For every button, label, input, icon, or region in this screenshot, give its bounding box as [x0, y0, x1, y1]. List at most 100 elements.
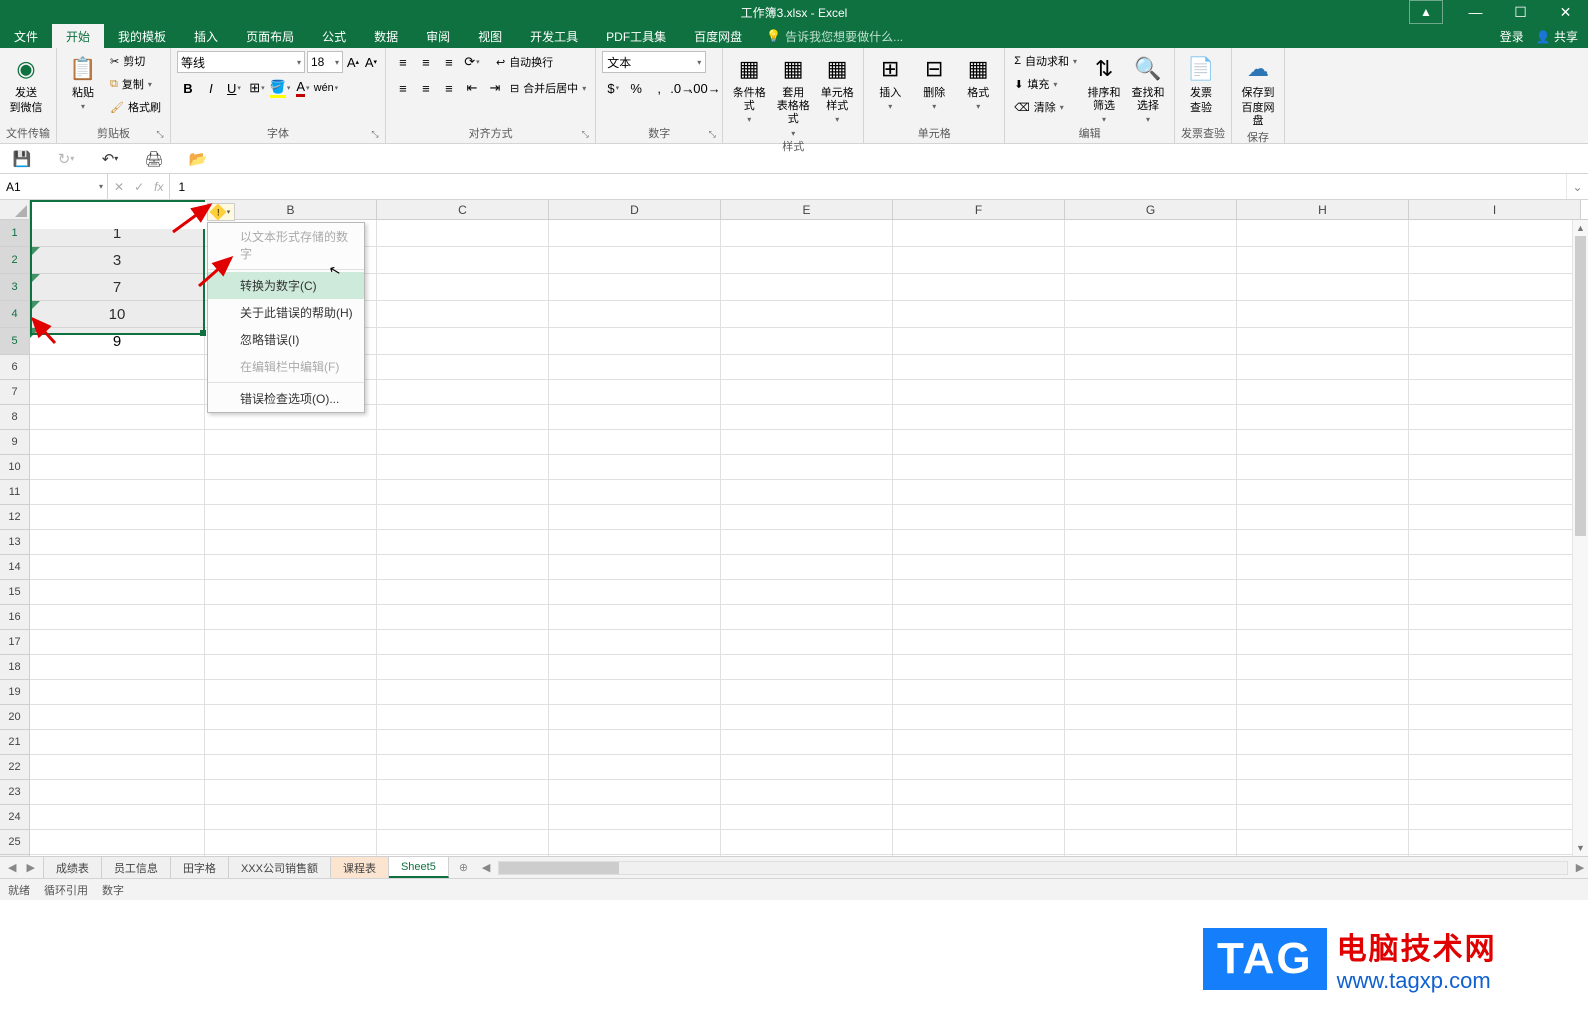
cell-G12[interactable] — [1065, 505, 1237, 530]
cell-H12[interactable] — [1237, 505, 1409, 530]
cell-D7[interactable] — [549, 380, 721, 405]
cell-G24[interactable] — [1065, 805, 1237, 830]
cell-H19[interactable] — [1237, 680, 1409, 705]
sheet-tab-3[interactable]: 田字格 — [171, 857, 229, 878]
align-left-icon[interactable]: ≡ — [392, 77, 414, 99]
cell-G20[interactable] — [1065, 705, 1237, 730]
cell-F13[interactable] — [893, 530, 1065, 555]
column-header-E[interactable]: E — [721, 200, 893, 219]
cell-F18[interactable] — [893, 655, 1065, 680]
vertical-scrollbar[interactable]: ▲ ▼ — [1572, 220, 1588, 856]
cell-D8[interactable] — [549, 405, 721, 430]
cell-C18[interactable] — [377, 655, 549, 680]
align-middle-icon[interactable]: ≡ — [415, 51, 437, 73]
cell-G2[interactable] — [1065, 247, 1237, 274]
cell-A19[interactable] — [30, 680, 205, 705]
number-format-select[interactable]: 文本▾ — [602, 51, 706, 73]
cell-H2[interactable] — [1237, 247, 1409, 274]
cell-A23[interactable] — [30, 780, 205, 805]
menu-item-ignore-error[interactable]: 忽略错误(I) — [208, 326, 364, 353]
cell-C9[interactable] — [377, 430, 549, 455]
cell-E12[interactable] — [721, 505, 893, 530]
comma-format-icon[interactable]: , — [648, 77, 670, 99]
cell-D25[interactable] — [549, 830, 721, 855]
cell-A5[interactable]: 9 — [30, 328, 205, 355]
cell-C3[interactable] — [377, 274, 549, 301]
row-header[interactable]: 17 — [0, 630, 30, 655]
cell-F10[interactable] — [893, 455, 1065, 480]
paste-button[interactable]: 📋 粘贴 ▾ — [63, 51, 103, 112]
tab-page-layout[interactable]: 页面布局 — [232, 24, 308, 48]
font-launcher-icon[interactable]: ⤡ — [369, 129, 381, 141]
cell-D21[interactable] — [549, 730, 721, 755]
cell-F25[interactable] — [893, 830, 1065, 855]
cell-A2[interactable]: 3 — [30, 247, 205, 274]
cell-H23[interactable] — [1237, 780, 1409, 805]
cell-F17[interactable] — [893, 630, 1065, 655]
cell-C7[interactable] — [377, 380, 549, 405]
cell-B23[interactable] — [205, 780, 377, 805]
cell-E20[interactable] — [721, 705, 893, 730]
cell-I20[interactable] — [1409, 705, 1581, 730]
worksheet-grid[interactable]: A B C D E F G H I 1123374105967891011121… — [0, 200, 1588, 856]
cell-I14[interactable] — [1409, 555, 1581, 580]
cell-B15[interactable] — [205, 580, 377, 605]
cell-H7[interactable] — [1237, 380, 1409, 405]
cell-F8[interactable] — [893, 405, 1065, 430]
cell-H1[interactable] — [1237, 220, 1409, 247]
hscroll-right-icon[interactable]: ▶ — [1572, 861, 1588, 874]
copy-button[interactable]: ⧉复制▾ — [107, 74, 164, 94]
row-header[interactable]: 16 — [0, 605, 30, 630]
cell-E5[interactable] — [721, 328, 893, 355]
cell-C14[interactable] — [377, 555, 549, 580]
redo-icon[interactable]: ↻▾ — [54, 147, 78, 171]
cell-C6[interactable] — [377, 355, 549, 380]
cell-F6[interactable] — [893, 355, 1065, 380]
cell-I3[interactable] — [1409, 274, 1581, 301]
cell-E23[interactable] — [721, 780, 893, 805]
row-header[interactable]: 22 — [0, 755, 30, 780]
cell-A16[interactable] — [30, 605, 205, 630]
cell-E1[interactable] — [721, 220, 893, 247]
ribbon-display-options-icon[interactable]: ▲ — [1409, 0, 1443, 24]
row-header[interactable]: 9 — [0, 430, 30, 455]
row-header[interactable]: 2 — [0, 247, 30, 274]
cell-E22[interactable] — [721, 755, 893, 780]
cell-D17[interactable] — [549, 630, 721, 655]
select-all-corner[interactable] — [0, 200, 30, 219]
cell-I21[interactable] — [1409, 730, 1581, 755]
cell-E6[interactable] — [721, 355, 893, 380]
close-button[interactable]: ✕ — [1543, 0, 1588, 24]
cell-E8[interactable] — [721, 405, 893, 430]
cell-D5[interactable] — [549, 328, 721, 355]
row-header[interactable]: 24 — [0, 805, 30, 830]
format-as-table-button[interactable]: ▦套用 表格格式▾ — [773, 51, 813, 138]
cell-D12[interactable] — [549, 505, 721, 530]
cell-H3[interactable] — [1237, 274, 1409, 301]
cell-F20[interactable] — [893, 705, 1065, 730]
cell-D15[interactable] — [549, 580, 721, 605]
cell-E19[interactable] — [721, 680, 893, 705]
cell-E26[interactable] — [721, 855, 893, 856]
conditional-formatting-button[interactable]: ▦条件格式▾ — [729, 51, 769, 125]
column-header-H[interactable]: H — [1237, 200, 1409, 219]
row-header[interactable]: 3 — [0, 274, 30, 301]
cell-E4[interactable] — [721, 301, 893, 328]
row-header[interactable]: 26 — [0, 855, 30, 856]
tab-templates[interactable]: 我的模板 — [104, 24, 180, 48]
cell-F5[interactable] — [893, 328, 1065, 355]
cell-C22[interactable] — [377, 755, 549, 780]
tab-data[interactable]: 数据 — [360, 24, 412, 48]
column-header-D[interactable]: D — [549, 200, 721, 219]
cell-G19[interactable] — [1065, 680, 1237, 705]
cell-G22[interactable] — [1065, 755, 1237, 780]
cell-C17[interactable] — [377, 630, 549, 655]
error-indicator-button[interactable]: ! ▾ — [207, 203, 235, 221]
cell-A11[interactable] — [30, 480, 205, 505]
increase-indent-icon[interactable]: ⇥ — [484, 77, 506, 99]
row-header[interactable]: 5 — [0, 328, 30, 355]
cell-F2[interactable] — [893, 247, 1065, 274]
horizontal-scrollbar[interactable] — [498, 861, 1568, 875]
cell-C15[interactable] — [377, 580, 549, 605]
cell-E15[interactable] — [721, 580, 893, 605]
